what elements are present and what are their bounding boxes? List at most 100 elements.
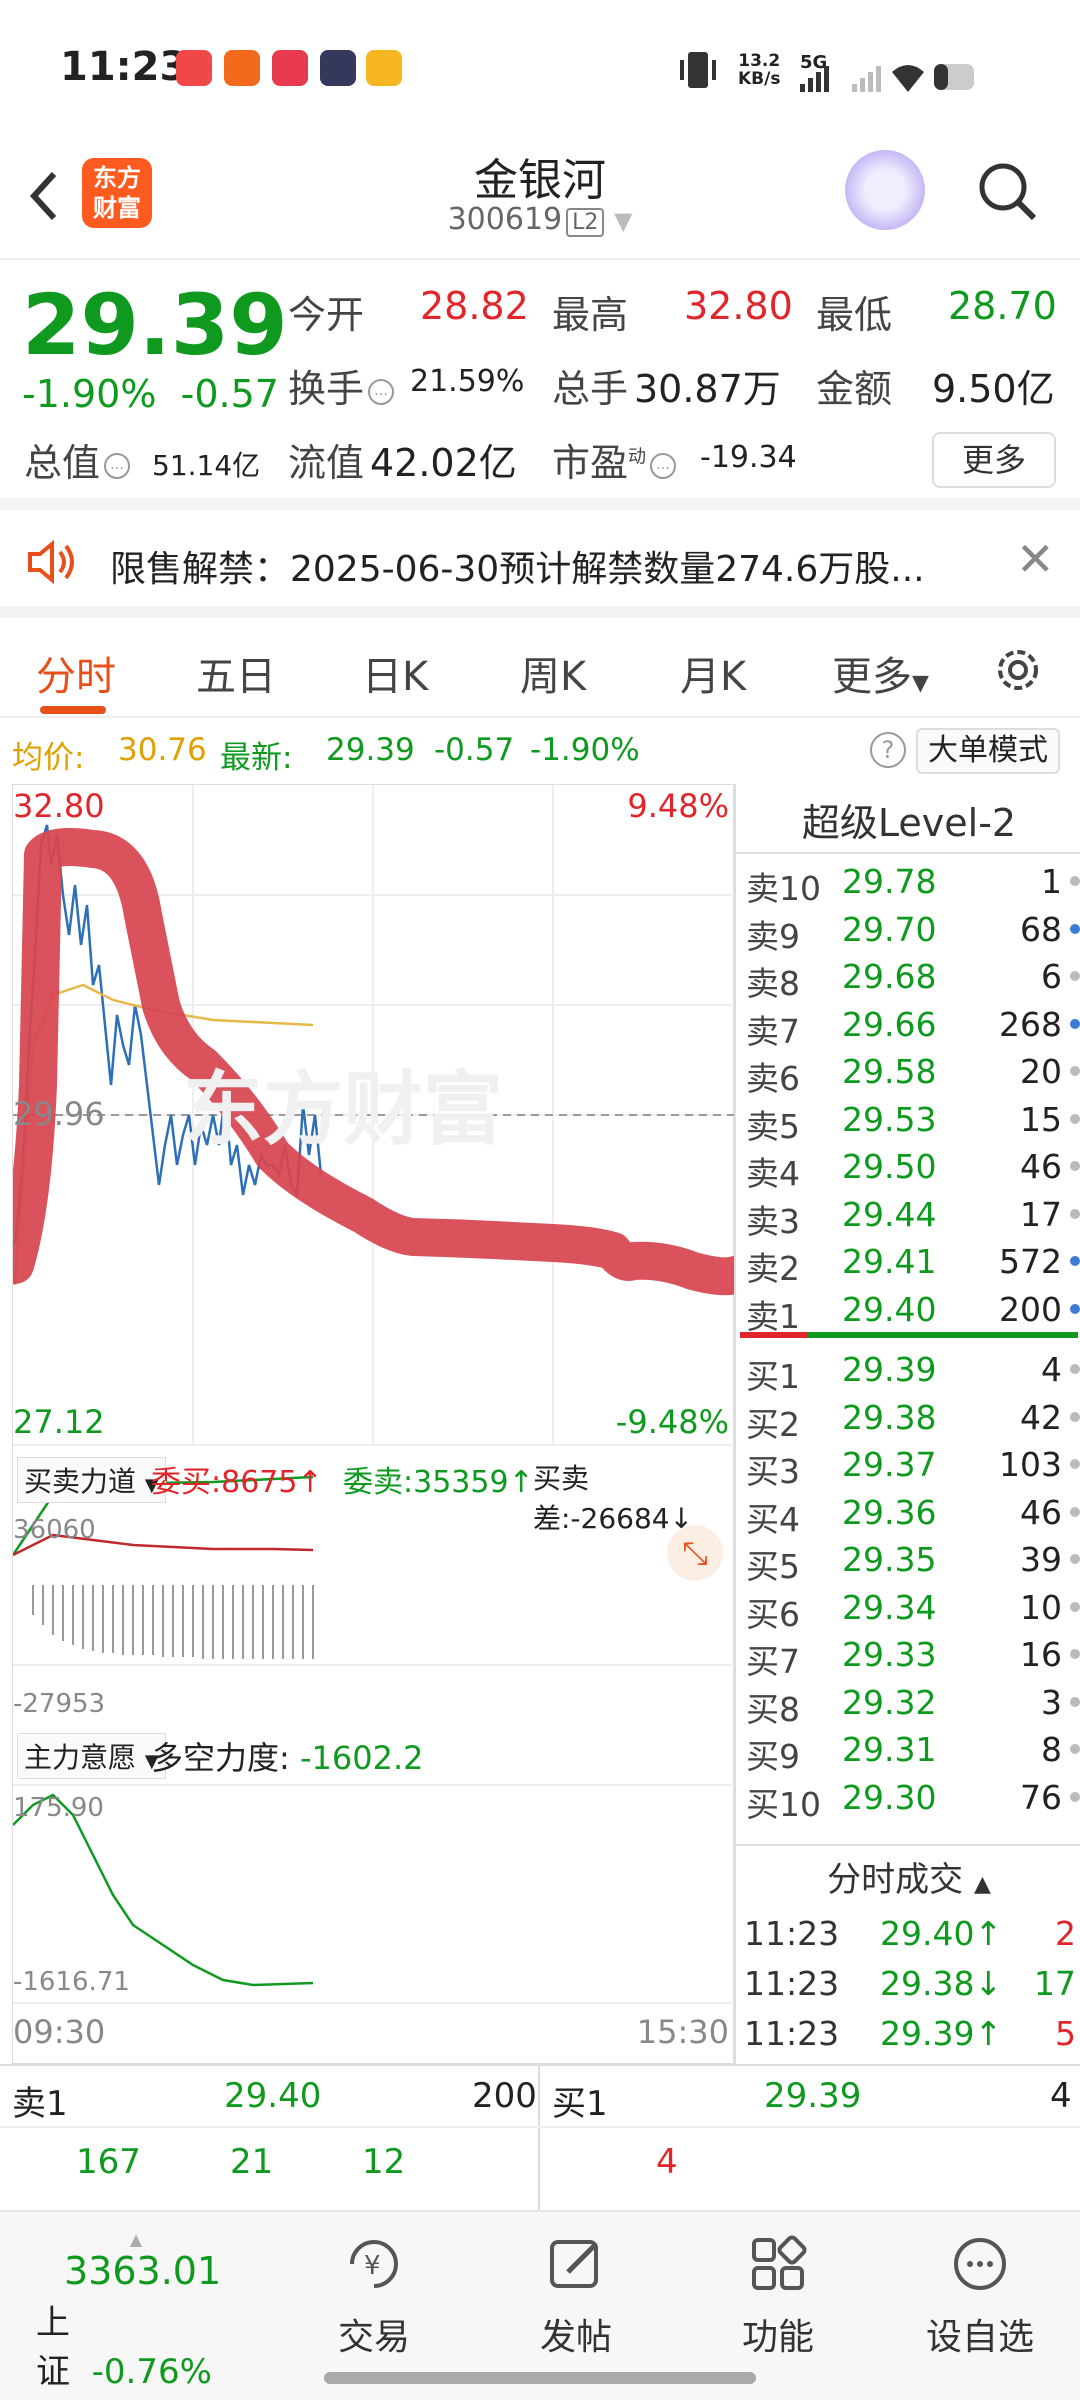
bids-row[interactable]: 买3 29.37 103 [736, 1445, 1080, 1493]
low-label: 最低 [816, 293, 893, 337]
indicator1-select[interactable]: 买卖力道 ▼ [17, 1457, 166, 1503]
close-icon[interactable]: ✕ [1016, 532, 1055, 586]
bids-row[interactable]: 买10 29.30 76 [736, 1778, 1080, 1826]
asks-row[interactable]: 卖5 29.53 15 [736, 1100, 1080, 1148]
weibo-icon [366, 50, 402, 86]
amount-value: 9.50亿 [932, 367, 1055, 411]
bids-volume: 16 [1020, 1635, 1062, 1674]
asks-row[interactable]: 卖3 29.44 17 [736, 1195, 1080, 1243]
chart-bottom-price: 27.12 [13, 1403, 105, 1441]
bids-price: 29.34 [842, 1587, 937, 1627]
net-speed: 13.2 KB/s [738, 51, 781, 89]
tab-intraday[interactable]: 分时 [36, 644, 116, 702]
home-indicator[interactable] [324, 2372, 756, 2384]
expand-icon[interactable]: ⤡ [667, 1525, 723, 1581]
quote-panel: 29.39 -1.90% -0.57 今开 28.82 最高 32.80 最低 … [0, 262, 1080, 510]
asks-level: 卖4 [746, 1154, 800, 1193]
bids-row[interactable]: 买4 29.36 46 [736, 1493, 1080, 1541]
bids-row[interactable]: 买2 29.38 42 [736, 1398, 1080, 1446]
search-icon[interactable] [976, 160, 1038, 222]
help-icon[interactable]: ? [870, 732, 906, 768]
order-dot [1070, 1161, 1080, 1171]
index-name: 上证 [36, 2303, 70, 2392]
tab-weekly-k[interactable]: 周K [520, 644, 586, 702]
mktcap-value: 51.14亿 [152, 449, 261, 482]
indicator2-select[interactable]: 主力意愿 ▼ [17, 1733, 166, 1779]
bids-volume: 10 [1020, 1587, 1062, 1627]
asks-row[interactable]: 卖1 29.40 200 [736, 1290, 1080, 1338]
float-value: 42.02亿 [370, 441, 517, 485]
turnover-value: 21.59% [410, 364, 525, 399]
order-dot [1070, 923, 1080, 934]
index-pct: -0.76% [91, 2352, 212, 2392]
asks-row[interactable]: 卖7 29.66 268 [736, 1005, 1080, 1053]
asks-volume: 200 [999, 1289, 1062, 1329]
mktcap-label[interactable]: 总值… [24, 432, 134, 487]
asks-price: 29.58 [842, 1052, 937, 1091]
pe-label[interactable]: 市盈动… [552, 432, 680, 487]
high-label: 最高 [552, 293, 629, 337]
tab-monthly-k[interactable]: 月K [680, 644, 746, 702]
latest-pct: -1.90% [530, 732, 640, 768]
vibrate-icon [680, 52, 716, 88]
intraday-chart[interactable]: 东方财富 32.80 9.48% 29.96 27.12 -9.48% 买卖力道… [12, 784, 735, 2064]
order-dot [1070, 1554, 1080, 1564]
asks-row[interactable]: 卖9 29.70 68 [736, 910, 1080, 958]
notice-text[interactable]: 限售解禁：2025-06-30预计解禁数量274.6万股... [110, 540, 925, 592]
avg-price-row: 均价: 30.76 最新: 29.39 -0.57 -1.90% ? 大单模式 [0, 722, 1080, 780]
bq-queue: 21 [230, 2142, 274, 2182]
more-button[interactable]: 更多 [932, 432, 1056, 488]
order-dot [1070, 1113, 1080, 1124]
order-book[interactable]: 超级Level-2 卖10 29.78 1 卖9 29.70 68 卖8 29.68 6 卖7 29… [734, 784, 1080, 2064]
bids-row[interactable]: 买5 29.35 39 [736, 1540, 1080, 1588]
trades-title[interactable]: 分时成交 ▲ [736, 1844, 1080, 1900]
time-start: 09:30 [13, 2013, 106, 2051]
turnover-label[interactable]: 换手… [288, 358, 398, 413]
latest-change: -0.57 [434, 732, 515, 768]
chart-top-pct: 9.48% [627, 787, 729, 825]
trade-volume: 17 [1034, 1964, 1076, 2003]
bids-row[interactable]: 买1 29.39 4 [736, 1350, 1080, 1398]
ind1-top: 36060 [13, 1515, 96, 1545]
index-ticker[interactable]: ▲ 3363.01 上证 -0.76% [36, 2230, 236, 2393]
trade-time: 11:23 [744, 2014, 840, 2053]
asks-volume: 6 [1041, 957, 1062, 996]
force-row: 多空力度: -1602.2 [151, 1739, 424, 1777]
tab-more[interactable]: 更多▼ [832, 644, 929, 702]
nav-functions[interactable]: 功能 [698, 2232, 858, 2360]
bids-row[interactable]: 买8 29.32 3 [736, 1683, 1080, 1731]
asks-row[interactable]: 卖10 29.78 1 [736, 862, 1080, 910]
asks-row[interactable]: 卖6 29.58 20 [736, 1052, 1080, 1100]
edit-icon [550, 2240, 598, 2288]
asks-row[interactable]: 卖8 29.68 6 [736, 957, 1080, 1005]
bids-row[interactable]: 买9 29.31 8 [736, 1730, 1080, 1778]
trade-price: 29.40↑ [880, 1914, 1003, 1953]
ind2-top: 175.90 [13, 1793, 104, 1823]
bottom-quote: 卖1 29.40 200 买1 29.39 4 167 21 12 4 [0, 2064, 1080, 2212]
order-dot [1070, 1018, 1080, 1029]
nav-add-watchlist[interactable]: 设自选 [900, 2232, 1060, 2360]
big-order-mode-button[interactable]: 大单模式 [916, 728, 1060, 774]
tab-five-day[interactable]: 五日 [196, 644, 276, 702]
status-bar: 11:23 13.2 KB/s 5G [0, 0, 1080, 130]
bids-price: 29.31 [842, 1730, 937, 1769]
bids-volume: 4 [1041, 1350, 1062, 1389]
bids-row[interactable]: 买7 29.33 16 [736, 1635, 1080, 1683]
bids-level: 买4 [746, 1499, 800, 1539]
bq-queue: 12 [362, 2142, 406, 2182]
tab-daily-k[interactable]: 日K [362, 644, 428, 702]
bids-volume: 39 [1020, 1540, 1062, 1579]
nav-post[interactable]: 发帖 [496, 2232, 656, 2360]
gear-icon[interactable] [990, 642, 1046, 698]
bids-level: 买5 [746, 1547, 800, 1586]
nav-trade[interactable]: ¥ 交易 [294, 2232, 454, 2360]
asks-row[interactable]: 卖4 29.50 46 [736, 1147, 1080, 1195]
bottom-nav: ▲ 3363.01 上证 -0.76% ¥ 交易 发帖 功能 设自选 [0, 2210, 1080, 2400]
signal-wifi-battery-icon [800, 64, 974, 92]
notice-bar[interactable]: 限售解禁：2025-06-30预计解禁数量274.6万股... ✕ [0, 510, 1080, 618]
bids-volume: 42 [1020, 1397, 1062, 1437]
bids-row[interactable]: 买6 29.34 10 [736, 1588, 1080, 1636]
bids-price: 29.32 [842, 1682, 937, 1722]
assistant-robot-icon[interactable] [845, 150, 925, 230]
asks-row[interactable]: 卖2 29.41 572 [736, 1242, 1080, 1290]
